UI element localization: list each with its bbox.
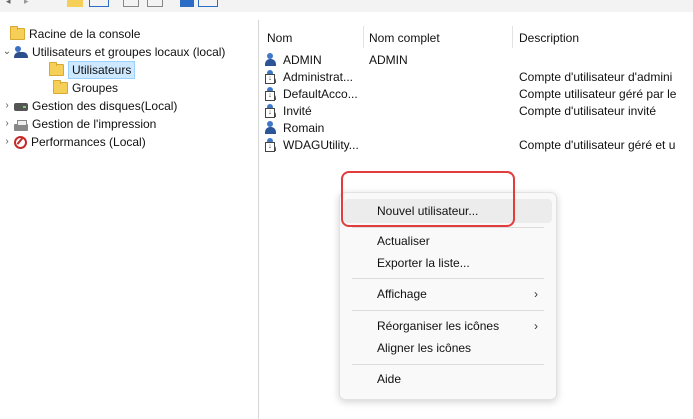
name-cell: ADMIN [265,52,363,68]
name-cell: ↓ Administrat... [265,69,363,85]
chevron-right-icon: › [534,287,538,301]
name-cell: ↓ Invité [265,103,363,119]
tree-root[interactable]: Racine de la console [10,26,140,42]
user-name: ADMIN [283,53,322,67]
user-name: Administrat... [283,70,354,84]
back-icon[interactable]: ◂ [6,0,14,7]
disabled-user-icon: ↓ [265,87,281,101]
tree-disks-label: Gestion des disques(Local) [32,99,178,113]
menu-separator [352,227,544,228]
export-icon[interactable] [147,0,163,7]
user-name: DefaultAcco... [283,87,358,101]
tree-users-label: Utilisateurs [68,61,136,79]
description-cell: Compte d'utilisateur invité [519,104,657,118]
users-group-icon [14,46,28,58]
folder-icon[interactable] [67,0,83,7]
toolbar: ◂ ▸ [0,0,693,12]
disabled-user-icon: ↓ [265,138,281,152]
disk-icon [14,103,28,111]
tree-groups-label: Groupes [72,81,119,95]
menu-item-align-icons[interactable]: Aligner les icônes [344,336,552,360]
refresh-icon[interactable] [123,0,139,7]
user-icon [265,53,281,67]
tree-root-label: Racine de la console [29,27,141,41]
name-cell: ↓ DefaultAcco... [265,86,363,102]
menu-item-view[interactable]: Affichage › [344,282,552,306]
description-cell: Compte d'utilisateur d'admini [519,70,673,84]
chevron-right-icon[interactable]: › [2,116,12,132]
table-row[interactable]: ↓ WDAGUtility... Compte d'utilisateur gér… [259,137,693,153]
tree-printing[interactable]: › Gestion de l'impression [2,116,156,132]
table-row[interactable]: ↓ DefaultAcco... Compte utilisateur géré … [259,86,693,102]
disabled-user-icon: ↓ [265,70,281,84]
properties-icon[interactable] [198,0,218,7]
name-cell: Romain [265,120,363,136]
table-row[interactable]: ↓ Administrat... Compte d'utilisateur d'a… [259,69,693,85]
highlight-annotation [341,171,515,227]
menu-item-refresh[interactable]: Actualiser [344,229,552,253]
menu-item-label: Actualiser [377,234,430,248]
user-name: Romain [283,121,325,135]
column-header-name[interactable]: Nom [267,30,292,46]
help-icon[interactable] [180,0,194,7]
menu-separator [352,310,544,311]
chevron-down-icon[interactable]: ⌄ [2,44,12,60]
menu-separator [352,278,544,279]
tree-local-users-label: Utilisateurs et groupes locaux (local) [32,45,226,59]
tree-printing-label: Gestion de l'impression [32,117,157,131]
user-name: WDAGUtility... [283,138,359,152]
folder-icon [49,62,64,76]
printer-icon [14,119,28,131]
table-row[interactable]: ADMIN ADMIN [259,52,693,68]
menu-item-help[interactable]: Aide [344,367,552,391]
menu-separator [352,364,544,365]
table-row[interactable]: Romain [259,120,693,136]
tree-performance[interactable]: › Performances (Local) [2,134,146,150]
folder-icon [53,80,68,94]
column-header-full-name[interactable]: Nom complet [369,30,440,46]
name-cell: ↓ WDAGUtility... [265,137,363,153]
full-name-cell: ADMIN [369,53,408,67]
menu-item-label: Affichage [377,287,427,301]
table-row[interactable]: ↓ Invité Compte d'utilisateur invité [259,103,693,119]
menu-item-export[interactable]: Exporter la liste... [344,251,552,275]
menu-item-label: Aligner les icônes [377,341,472,355]
tree-disks[interactable]: › Gestion des disques(Local) [2,98,177,114]
tree-groups[interactable]: Groupes [53,80,118,96]
folder-icon [10,26,25,40]
performance-icon [14,135,27,149]
menu-item-label: Exporter la liste... [377,256,470,270]
menu-item-arrange-icons[interactable]: Réorganiser les icônes › [344,314,552,338]
column-divider[interactable] [363,26,364,48]
forward-icon[interactable]: ▸ [24,0,32,7]
menu-item-label: Réorganiser les icônes [377,319,500,333]
column-header-description[interactable]: Description [519,30,579,46]
disabled-user-icon: ↓ [265,104,281,118]
description-cell: Compte d'utilisateur géré et u [519,138,676,152]
window-icon[interactable] [89,0,109,7]
user-name: Invité [283,104,312,118]
column-divider[interactable] [512,26,513,48]
chevron-right-icon[interactable]: › [2,98,12,114]
tree-performance-label: Performances (Local) [31,135,146,149]
tree-local-users[interactable]: ⌄ Utilisateurs et groupes locaux (local) [2,44,226,60]
chevron-right-icon[interactable]: › [2,134,12,150]
menu-item-label: Aide [377,372,402,386]
chevron-right-icon: › [534,319,538,333]
description-cell: Compte utilisateur géré par le [519,87,677,101]
user-icon [265,121,281,135]
tree-users[interactable]: Utilisateurs [49,61,136,79]
console-tree: Racine de la console ⌄ Utilisateurs et g… [0,20,259,419]
